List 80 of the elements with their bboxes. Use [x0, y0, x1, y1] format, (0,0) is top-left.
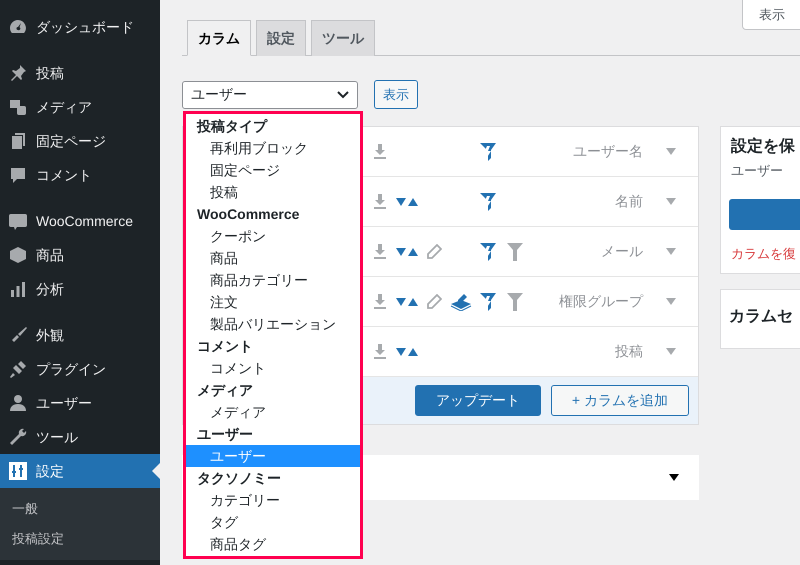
column-label: ユーザー名	[572, 142, 643, 161]
sidebar-item[interactable]: 設定	[0, 454, 160, 488]
tab[interactable]: 設定	[256, 20, 306, 56]
update-button[interactable]: アップデート	[414, 385, 541, 416]
dropdown-option[interactable]: 注文	[186, 290, 360, 312]
wrench-icon	[8, 427, 28, 447]
sort-icon[interactable]	[396, 346, 418, 356]
card-title: カラムセ	[729, 307, 794, 327]
column-label: メール	[600, 242, 643, 261]
download-icon[interactable]	[372, 344, 386, 359]
download-icon[interactable]	[372, 194, 386, 209]
dropdown-option[interactable]: 製品バリエーション	[186, 312, 360, 334]
sidebar-item[interactable]: プラグイン	[0, 352, 160, 386]
tab[interactable]: ツール	[311, 20, 375, 56]
sidebar-item[interactable]: ダッシュボード	[0, 10, 160, 44]
sidebar-item[interactable]: WooCommerce	[0, 204, 160, 238]
dropdown-option[interactable]: コメント	[186, 356, 360, 378]
sidebar-item[interactable]: 分析	[0, 272, 160, 306]
dropdown-option[interactable]: タグ	[186, 510, 360, 532]
restore-columns-link[interactable]: カラムを復	[731, 244, 800, 263]
list-screen-select[interactable]: ユーザー	[182, 80, 358, 108]
bar-chart-icon	[8, 279, 28, 299]
column-label: 投稿	[614, 342, 643, 361]
card-title: 設定を保	[731, 136, 796, 157]
sidebar-item[interactable]: ツール	[0, 420, 160, 454]
caret-down-icon[interactable]	[669, 474, 679, 481]
sidebar-item[interactable]: ユーザー	[0, 386, 160, 420]
column-label: 権限グループ	[558, 292, 643, 311]
dropdown-option[interactable]: 商品	[186, 246, 360, 268]
user-icon	[8, 393, 28, 413]
column-label: 名前	[614, 192, 643, 211]
sidebar-item[interactable]: 商品	[0, 238, 160, 272]
lightning-filter-icon[interactable]	[480, 292, 496, 310]
sort-icon[interactable]	[396, 196, 418, 206]
submenu-item[interactable]: 投稿設定	[0, 524, 160, 554]
funnel-icon[interactable]	[506, 242, 522, 260]
box-icon	[8, 245, 28, 265]
sidebar-item[interactable]: コメント	[0, 158, 160, 192]
comment-icon	[8, 165, 28, 185]
option-group-label: メディア	[196, 380, 254, 400]
plug-icon	[8, 359, 28, 379]
download-icon[interactable]	[372, 244, 386, 259]
option-group-label: ユーザー	[196, 424, 254, 444]
sidebar-item[interactable]: 固定ページ	[0, 124, 160, 158]
pencil-icon[interactable]	[426, 294, 442, 310]
dropdown-option[interactable]: カテゴリー	[186, 488, 360, 510]
lightning-filter-icon[interactable]	[480, 242, 496, 260]
option-group-label: 投稿タイプ	[196, 116, 269, 136]
lightning-filter-icon[interactable]	[480, 142, 496, 160]
funnel-icon[interactable]	[506, 292, 522, 310]
lightning-filter-icon[interactable]	[480, 192, 496, 210]
download-icon[interactable]	[372, 144, 386, 159]
dropdown-option[interactable]: 商品タグ	[186, 532, 360, 554]
woo-icon	[8, 211, 28, 231]
submenu-item[interactable]: 一般	[0, 494, 160, 524]
dropdown-option[interactable]: クーポン	[186, 224, 360, 246]
dropdown-option[interactable]: メディア	[186, 400, 360, 422]
option-group-label: WooCommerce	[196, 204, 300, 224]
download-icon[interactable]	[372, 294, 386, 309]
dropdown-option[interactable]: 固定ページ	[186, 158, 360, 180]
sort-icon[interactable]	[396, 246, 418, 256]
dropdown-option[interactable]: 投稿	[186, 180, 360, 202]
sort-icon[interactable]	[396, 296, 418, 306]
dropdown-option[interactable]: 商品カテゴリー	[186, 268, 360, 290]
dropdown-option[interactable]: 再利用ブロック	[186, 136, 360, 158]
tab[interactable]: カラム	[187, 20, 251, 56]
sidebar-item[interactable]: メディア	[0, 90, 160, 124]
screen-options-button[interactable]: 表示	[742, 0, 800, 30]
card-subtitle: ユーザー	[731, 162, 784, 180]
media-icon	[8, 97, 28, 117]
sidebar-item[interactable]: 投稿	[0, 56, 160, 90]
add-column-button[interactable]: + カラムを追加	[550, 385, 689, 416]
chevron-down-icon	[337, 90, 349, 98]
option-group-label: コメント	[196, 336, 254, 356]
option-group-label: タクソノミー	[196, 468, 282, 488]
sidebar-item[interactable]: 外観	[0, 318, 160, 352]
settings-icon	[8, 461, 28, 481]
stack-edit-icon[interactable]	[450, 292, 472, 310]
pencil-icon[interactable]	[426, 244, 442, 260]
show-button[interactable]: 表示	[374, 80, 418, 109]
